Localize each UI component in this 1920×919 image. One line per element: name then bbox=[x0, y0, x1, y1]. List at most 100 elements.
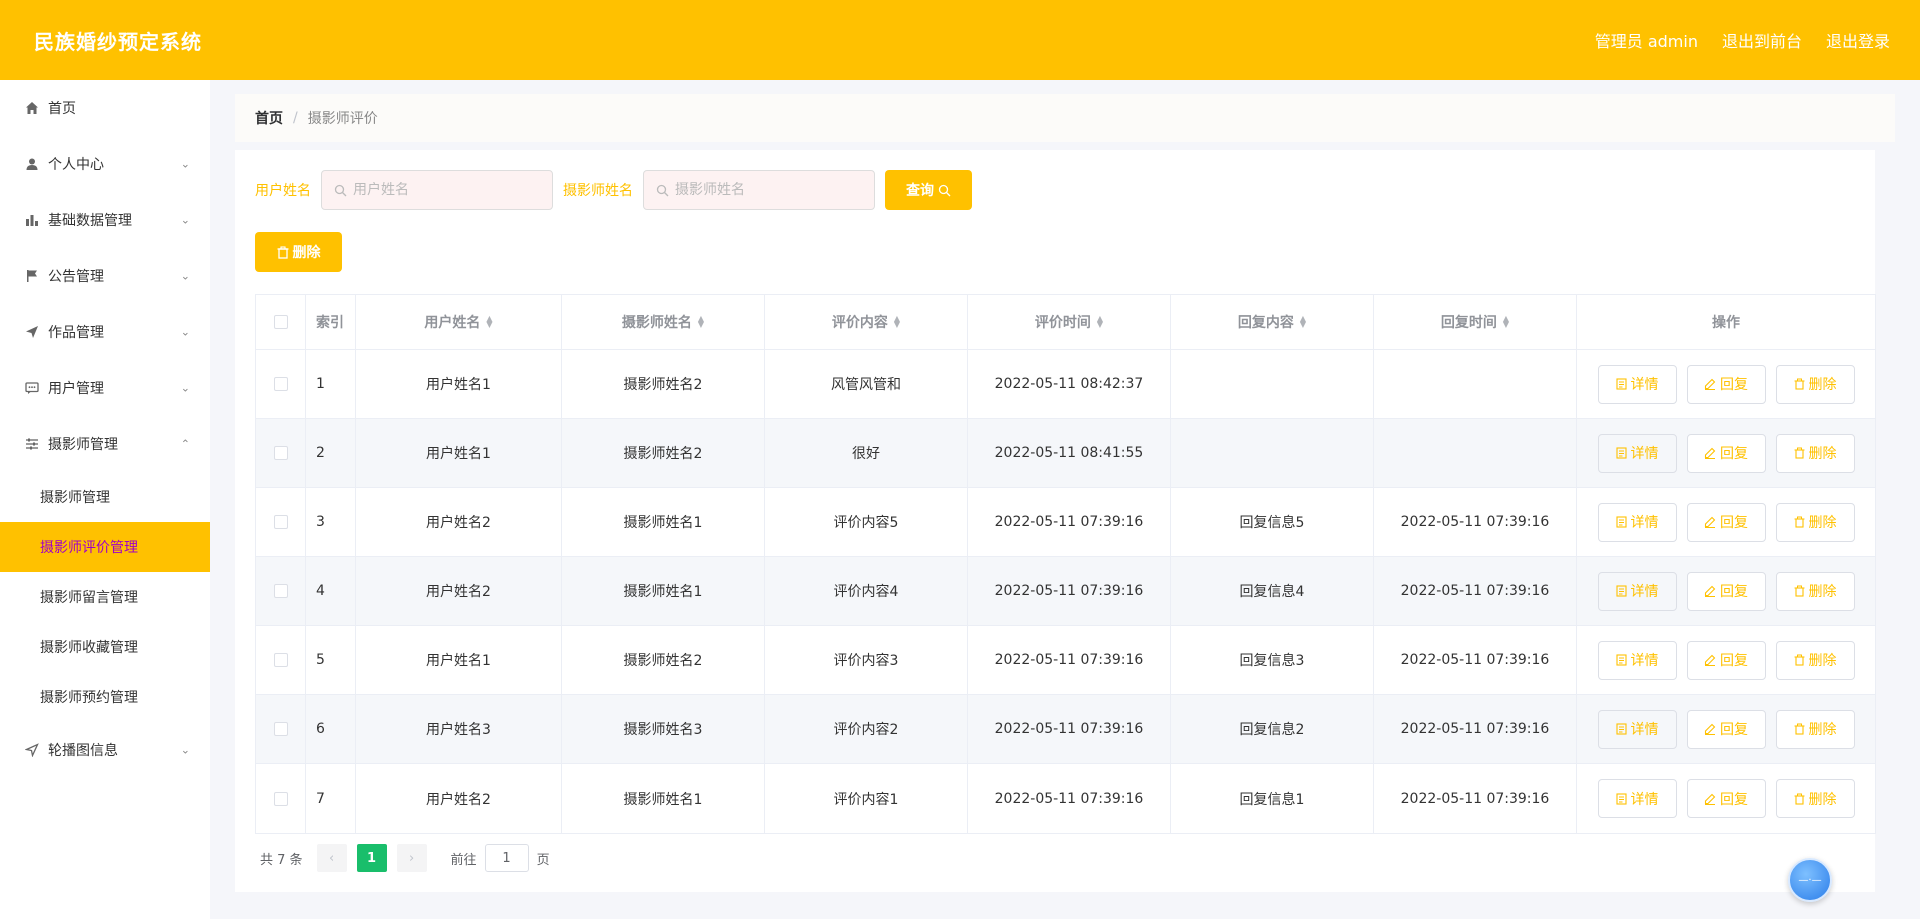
detail-button[interactable]: 详情 bbox=[1597, 779, 1677, 818]
select-all-checkbox[interactable] bbox=[273, 315, 288, 329]
header-ops: 操作 bbox=[1712, 315, 1740, 331]
sort-icon[interactable]: ▲ ▼ bbox=[1097, 315, 1103, 329]
detail-button[interactable]: 详情 bbox=[1597, 364, 1677, 404]
document-icon bbox=[1615, 654, 1627, 666]
row-index: 3 bbox=[306, 488, 356, 556]
photographer-name-label: 摄影师姓名 bbox=[563, 183, 633, 199]
row-checkbox[interactable] bbox=[273, 584, 288, 598]
sort-icon[interactable]: ▲ ▼ bbox=[486, 315, 492, 329]
header-photographer-label: 摄影师姓名 bbox=[621, 315, 692, 331]
prev-page-button[interactable]: ‹ bbox=[316, 844, 347, 872]
header-photographer[interactable]: 摄影师姓名 ▲ ▼ bbox=[562, 295, 765, 349]
floating-assistant-button[interactable]: —·— bbox=[1788, 858, 1832, 902]
submenu-photographer-review[interactable]: 摄影师评价管理 bbox=[0, 522, 210, 572]
detail-button[interactable]: 详情 bbox=[1597, 502, 1677, 542]
submenu-photographer-manage[interactable]: 摄影师管理 bbox=[0, 472, 210, 522]
exit-to-front-link[interactable]: 退出到前台 bbox=[1722, 28, 1802, 52]
row-photographer-name: 摄影师姓名2 bbox=[562, 350, 765, 418]
photographer-name-search-field[interactable] bbox=[643, 170, 875, 210]
reply-button[interactable]: 回复 bbox=[1686, 640, 1766, 680]
photographer-name-input[interactable] bbox=[675, 182, 865, 198]
sidebar-item-works[interactable]: 作品管理 ⌄ bbox=[0, 304, 210, 360]
row-reply-content: 回复信息3 bbox=[1171, 626, 1374, 694]
document-icon bbox=[1615, 585, 1627, 597]
user-name-input[interactable] bbox=[353, 182, 543, 198]
edit-icon bbox=[1704, 378, 1716, 390]
detail-button[interactable]: 详情 bbox=[1597, 571, 1677, 611]
top-header: 民族婚纱预定系统 管理员 admin 退出到前台 退出登录 bbox=[0, 0, 1920, 80]
detail-button[interactable]: 详情 bbox=[1597, 433, 1677, 473]
sort-icon[interactable]: ▲ ▼ bbox=[698, 315, 704, 329]
sidebar-item-home[interactable]: 首页 bbox=[0, 80, 210, 136]
header-user[interactable]: 用户姓名 ▲ ▼ bbox=[356, 295, 562, 349]
row-review-time: 2022-05-11 07:39:16 bbox=[968, 557, 1171, 625]
batch-delete-button[interactable]: 删除 bbox=[255, 232, 342, 272]
app-title: 民族婚纱预定系统 bbox=[34, 29, 202, 54]
row-checkbox[interactable] bbox=[273, 377, 288, 391]
table-row: 3 用户姓名2 摄影师姓名1 评价内容5 2022-05-11 07:39:16 回复信息… bbox=[256, 488, 1875, 557]
delete-button[interactable]: 删除 bbox=[1775, 709, 1855, 749]
delete-button[interactable]: 删除 bbox=[1775, 640, 1855, 680]
reply-button[interactable]: 回复 bbox=[1686, 364, 1766, 404]
detail-button[interactable]: 详情 bbox=[1597, 640, 1677, 680]
sort-icon[interactable]: ▲ ▼ bbox=[1300, 315, 1306, 329]
header-content[interactable]: 评价内容 ▲ ▼ bbox=[765, 295, 968, 349]
header-reply-time[interactable]: 回复时间 ▲ ▼ bbox=[1374, 295, 1577, 349]
row-checkbox[interactable] bbox=[273, 722, 288, 736]
delete-button[interactable]: 删除 bbox=[1775, 502, 1855, 542]
goto-page-input[interactable] bbox=[484, 844, 529, 872]
reply-button[interactable]: 回复 bbox=[1686, 433, 1766, 473]
query-button-label: 查询 bbox=[906, 183, 934, 199]
sort-icon[interactable]: ▲ ▼ bbox=[894, 315, 900, 329]
reply-button-label: 回复 bbox=[1720, 377, 1748, 393]
reply-button[interactable]: 回复 bbox=[1686, 502, 1766, 542]
breadcrumb-current: 摄影师评价 bbox=[307, 111, 378, 127]
sidebar-item-photographer[interactable]: 摄影师管理 ⌃ bbox=[0, 416, 210, 472]
row-checkbox[interactable] bbox=[273, 515, 288, 529]
next-page-button[interactable]: › bbox=[396, 844, 427, 872]
search-icon bbox=[938, 184, 951, 197]
row-review-content: 评价内容3 bbox=[765, 626, 968, 694]
submenu-photographer-message[interactable]: 摄影师留言管理 bbox=[0, 572, 210, 622]
logout-link[interactable]: 退出登录 bbox=[1826, 28, 1890, 52]
sort-icon[interactable]: ▲ ▼ bbox=[1503, 315, 1509, 329]
sidebar-item-notice[interactable]: 公告管理 ⌄ bbox=[0, 248, 210, 304]
header-time[interactable]: 评价时间 ▲ ▼ bbox=[968, 295, 1171, 349]
sidebar-item-users[interactable]: 用户管理 ⌄ bbox=[0, 360, 210, 416]
delete-button[interactable]: 删除 bbox=[1775, 433, 1855, 473]
admin-label[interactable]: 管理员 admin bbox=[1595, 28, 1698, 52]
row-reply-time: 2022-05-11 07:39:16 bbox=[1374, 626, 1577, 694]
row-actions: 详情 回复 删除 bbox=[1577, 488, 1875, 556]
submenu-photographer-booking[interactable]: 摄影师预约管理 bbox=[0, 672, 210, 722]
user-name-search-field[interactable] bbox=[321, 170, 553, 210]
row-checkbox[interactable] bbox=[273, 791, 288, 806]
chevron-down-icon: ⌄ bbox=[180, 743, 190, 757]
row-actions: 详情 回复 删除 bbox=[1577, 350, 1875, 418]
delete-button[interactable]: 删除 bbox=[1775, 779, 1855, 818]
sidebar-item-profile[interactable]: 个人中心 ⌄ bbox=[0, 136, 210, 192]
submenu-photographer-favorite[interactable]: 摄影师收藏管理 bbox=[0, 622, 210, 672]
row-checkbox[interactable] bbox=[273, 653, 288, 667]
row-checkbox[interactable] bbox=[273, 446, 288, 460]
sidebar-item-basic-data[interactable]: 基础数据管理 ⌄ bbox=[0, 192, 210, 248]
reply-button[interactable]: 回复 bbox=[1686, 571, 1766, 611]
detail-button[interactable]: 详情 bbox=[1597, 709, 1677, 749]
sidebar-item-carousel[interactable]: 轮播图信息 ⌄ bbox=[0, 722, 210, 778]
delete-button[interactable]: 删除 bbox=[1775, 571, 1855, 611]
table-header: 索引 用户姓名 ▲ ▼ 摄影师姓名 ▲ ▼ 评价内容 ▲ ▼ 评价时间 ▲ ▼ 回复内容 ▲ ▼ 回… bbox=[256, 295, 1875, 350]
header-user-label: 用户姓名 bbox=[424, 315, 481, 331]
edit-icon bbox=[1704, 516, 1716, 528]
header-reply[interactable]: 回复内容 ▲ ▼ bbox=[1171, 295, 1374, 349]
detail-button-label: 详情 bbox=[1630, 446, 1659, 462]
breadcrumb-separator: / bbox=[293, 110, 298, 126]
row-actions: 详情 回复 删除 bbox=[1577, 557, 1875, 625]
reply-button[interactable]: 回复 bbox=[1686, 779, 1766, 818]
query-button[interactable]: 查询 bbox=[885, 170, 972, 210]
delete-button[interactable]: 删除 bbox=[1775, 364, 1855, 404]
pagination: 共 7 条 ‹ 1 › 前往 页 bbox=[260, 844, 550, 872]
breadcrumb-home[interactable]: 首页 bbox=[255, 108, 283, 128]
row-reply-time bbox=[1374, 419, 1577, 487]
reply-button[interactable]: 回复 bbox=[1686, 709, 1766, 749]
page-number-current[interactable]: 1 bbox=[356, 844, 387, 872]
row-reply-content: 回复信息5 bbox=[1171, 488, 1374, 556]
